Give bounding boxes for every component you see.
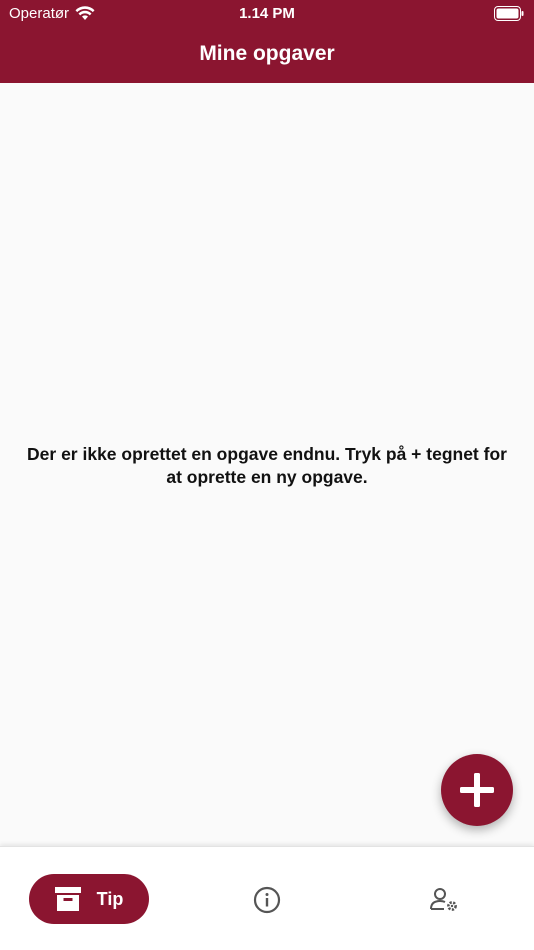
user-settings-icon (430, 888, 457, 911)
empty-state-message: Der er ikke oprettet en opgave endnu. Tr… (27, 444, 507, 487)
tab-profile-settings[interactable] (427, 883, 463, 917)
tab-tip-label: Tip (96, 888, 124, 909)
plus-icon (460, 773, 494, 807)
bottom-tab-bar: Tip (0, 846, 534, 950)
tab-info[interactable] (250, 883, 284, 917)
battery-icon (494, 6, 524, 21)
add-task-button[interactable] (441, 754, 513, 826)
status-bar: Operatør 1.14 PM (0, 0, 534, 28)
page-title: Mine opgaver (199, 42, 335, 65)
info-icon (253, 886, 281, 914)
tab-tip[interactable]: Tip (29, 874, 149, 924)
archive-box-icon (54, 887, 81, 911)
app-header: Operatør 1.14 PM Mine opgaver (0, 0, 534, 83)
status-time: 1.14 PM (239, 5, 295, 22)
